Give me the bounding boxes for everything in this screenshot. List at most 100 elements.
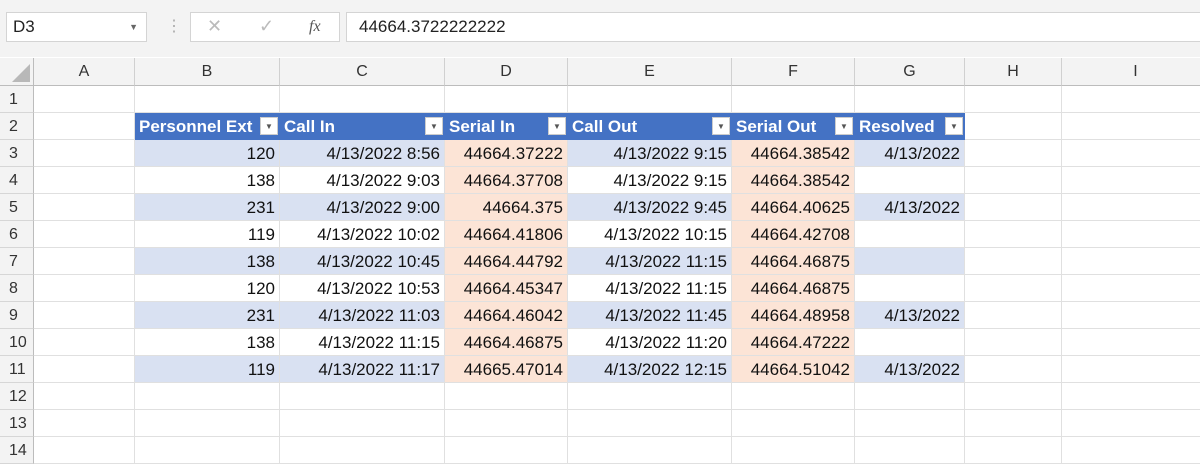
- table-cell[interactable]: 44664.51042: [732, 356, 855, 383]
- cell[interactable]: [1062, 356, 1200, 383]
- cell[interactable]: [855, 383, 965, 410]
- formula-input[interactable]: 44664.3722222222: [346, 12, 1200, 42]
- table-header-cell[interactable]: Call Out ▼: [568, 113, 732, 140]
- cell[interactable]: [732, 410, 855, 437]
- cell[interactable]: [732, 86, 855, 113]
- cell[interactable]: [34, 194, 135, 221]
- row-header-4[interactable]: 4: [0, 167, 34, 194]
- cell[interactable]: [1062, 113, 1200, 140]
- table-cell[interactable]: 44664.47222: [732, 329, 855, 356]
- table-cell[interactable]: 4/13/2022 8:56: [280, 140, 445, 167]
- column-header-G[interactable]: G: [855, 58, 965, 86]
- cell[interactable]: [1062, 383, 1200, 410]
- row-header-11[interactable]: 11: [0, 356, 34, 383]
- row-header-12[interactable]: 12: [0, 383, 34, 410]
- cell[interactable]: [965, 383, 1062, 410]
- cell[interactable]: [34, 275, 135, 302]
- column-header-F[interactable]: F: [732, 58, 855, 86]
- table-cell[interactable]: 4/13/2022 9:45: [568, 194, 732, 221]
- cell[interactable]: [568, 383, 732, 410]
- cell[interactable]: [34, 329, 135, 356]
- table-cell[interactable]: 4/13/2022: [855, 194, 965, 221]
- table-cell[interactable]: 4/13/2022 11:45: [568, 302, 732, 329]
- cell[interactable]: [34, 356, 135, 383]
- table-cell[interactable]: 44664.375: [445, 194, 568, 221]
- cell[interactable]: [135, 410, 280, 437]
- column-header-H[interactable]: H: [965, 58, 1062, 86]
- check-icon[interactable]: ✓: [259, 16, 274, 37]
- table-cell[interactable]: 231: [135, 302, 280, 329]
- table-cell[interactable]: 4/13/2022 11:15: [568, 248, 732, 275]
- cell[interactable]: [1062, 167, 1200, 194]
- cell[interactable]: [445, 437, 568, 464]
- cell[interactable]: [280, 437, 445, 464]
- table-cell[interactable]: 4/13/2022 11:15: [568, 275, 732, 302]
- cell[interactable]: [965, 221, 1062, 248]
- cell[interactable]: [965, 194, 1062, 221]
- table-cell[interactable]: 44664.44792: [445, 248, 568, 275]
- column-header-E[interactable]: E: [568, 58, 732, 86]
- table-cell[interactable]: [855, 248, 965, 275]
- table-cell[interactable]: 4/13/2022 11:03: [280, 302, 445, 329]
- cell[interactable]: [1062, 302, 1200, 329]
- table-cell[interactable]: 4/13/2022 11:20: [568, 329, 732, 356]
- table-cell[interactable]: 4/13/2022: [855, 302, 965, 329]
- table-cell[interactable]: [855, 275, 965, 302]
- table-header-cell[interactable]: Personnel Ext ▼: [135, 113, 280, 140]
- column-header-B[interactable]: B: [135, 58, 280, 86]
- table-cell[interactable]: 44664.48958: [732, 302, 855, 329]
- column-header-D[interactable]: D: [445, 58, 568, 86]
- cell[interactable]: [1062, 248, 1200, 275]
- select-all-button[interactable]: [0, 58, 34, 86]
- cell[interactable]: [445, 86, 568, 113]
- cell[interactable]: [1062, 221, 1200, 248]
- table-cell[interactable]: 119: [135, 221, 280, 248]
- cell[interactable]: [965, 410, 1062, 437]
- cell[interactable]: [34, 437, 135, 464]
- cell[interactable]: [1062, 437, 1200, 464]
- table-cell[interactable]: 4/13/2022 11:15: [280, 329, 445, 356]
- table-cell[interactable]: 231: [135, 194, 280, 221]
- cell[interactable]: [855, 437, 965, 464]
- cell[interactable]: [1062, 140, 1200, 167]
- chevron-down-icon[interactable]: ▼: [129, 13, 138, 41]
- cell[interactable]: [135, 86, 280, 113]
- cell[interactable]: [1062, 410, 1200, 437]
- cell[interactable]: [280, 410, 445, 437]
- table-cell[interactable]: 44664.40625: [732, 194, 855, 221]
- table-cell[interactable]: [855, 329, 965, 356]
- table-header-cell[interactable]: Serial Out ▼: [732, 113, 855, 140]
- table-cell[interactable]: 4/13/2022 10:53: [280, 275, 445, 302]
- table-cell[interactable]: 4/13/2022 9:03: [280, 167, 445, 194]
- table-cell[interactable]: 44664.37222: [445, 140, 568, 167]
- row-header-14[interactable]: 14: [0, 437, 34, 464]
- table-cell[interactable]: 44664.46875: [445, 329, 568, 356]
- row-header-1[interactable]: 1: [0, 86, 34, 113]
- table-cell[interactable]: 4/13/2022 9:15: [568, 167, 732, 194]
- table-cell[interactable]: 44664.46875: [732, 275, 855, 302]
- table-cell[interactable]: 44664.37708: [445, 167, 568, 194]
- row-header-10[interactable]: 10: [0, 329, 34, 356]
- table-cell[interactable]: 4/13/2022: [855, 140, 965, 167]
- table-cell[interactable]: 44664.46042: [445, 302, 568, 329]
- filter-dropdown-icon[interactable]: ▼: [548, 117, 566, 135]
- table-cell[interactable]: 138: [135, 167, 280, 194]
- table-header-cell[interactable]: Call In ▼: [280, 113, 445, 140]
- cell[interactable]: [965, 248, 1062, 275]
- cell[interactable]: [34, 383, 135, 410]
- cancel-icon[interactable]: ✕: [207, 16, 222, 37]
- cell[interactable]: [34, 248, 135, 275]
- table-cell[interactable]: 4/13/2022: [855, 356, 965, 383]
- table-cell[interactable]: 4/13/2022 9:00: [280, 194, 445, 221]
- fx-icon[interactable]: fx: [309, 18, 321, 36]
- cell[interactable]: [855, 86, 965, 113]
- cell[interactable]: [1062, 86, 1200, 113]
- table-cell[interactable]: 44665.47014: [445, 356, 568, 383]
- cell[interactable]: [445, 410, 568, 437]
- table-cell[interactable]: 4/13/2022 12:15: [568, 356, 732, 383]
- table-cell[interactable]: 120: [135, 275, 280, 302]
- name-box[interactable]: D3 ▼: [6, 12, 147, 42]
- row-header-9[interactable]: 9: [0, 302, 34, 329]
- cell[interactable]: [732, 383, 855, 410]
- filter-dropdown-icon[interactable]: ▼: [945, 117, 963, 135]
